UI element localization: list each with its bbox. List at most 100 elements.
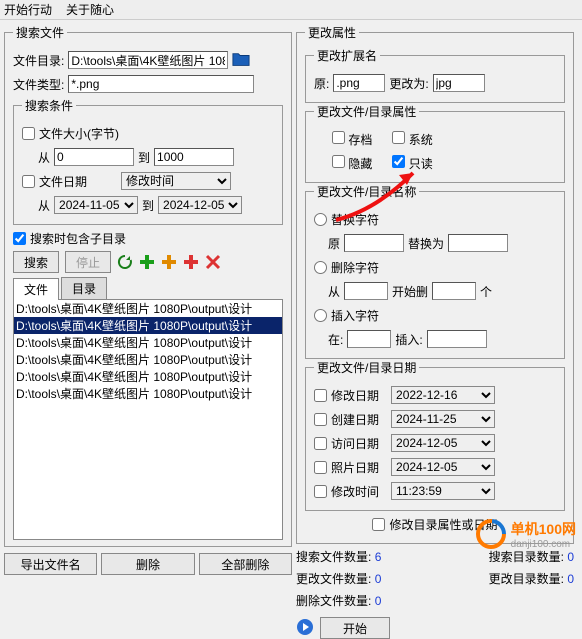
list-item[interactable]: D:\tools\桌面\4K壁纸图片 1080P\output\设计: [14, 300, 282, 317]
ext-legend: 更改扩展名: [314, 47, 380, 64]
fix-dir-cb[interactable]: [372, 518, 385, 531]
archive-label: 存档: [348, 133, 372, 147]
create-date-select[interactable]: 2024-11-25: [391, 410, 495, 428]
stat-dfn-label: 删除文件数量:: [296, 594, 371, 608]
ext-group: 更改扩展名 原: 更改为:: [305, 47, 565, 103]
size-from-input[interactable]: [54, 148, 134, 166]
name-to-label: 替换为: [408, 235, 444, 252]
name-to-input[interactable]: [448, 234, 508, 252]
create-date-label: 创建日期: [331, 411, 379, 428]
play-icon: [296, 618, 314, 639]
stat-cfn-val: 0: [375, 572, 382, 586]
del-start-label: 开始删: [392, 283, 428, 300]
change-group: 更改属性 更改扩展名 原: 更改为: 更改文件/目录属性 存档 系统 隐藏: [296, 24, 574, 544]
delete-button[interactable]: 删除: [101, 553, 194, 575]
delete-all-button[interactable]: 全部删除: [199, 553, 292, 575]
add-orange-icon[interactable]: [161, 254, 177, 270]
stat-sdn-val: 0: [567, 550, 574, 564]
system-checkbox[interactable]: [392, 131, 405, 144]
export-button[interactable]: 导出文件名: [4, 553, 97, 575]
ext-to-input[interactable]: [433, 74, 485, 92]
access-date-cb[interactable]: [314, 437, 327, 450]
replace-radio[interactable]: [314, 213, 327, 226]
del-count-input[interactable]: [432, 282, 476, 300]
list-item[interactable]: D:\tools\桌面\4K壁纸图片 1080P\output\设计: [14, 385, 282, 402]
date-group: 更改文件/目录日期 修改日期2022-12-16 创建日期2024-11-25 …: [305, 359, 565, 511]
del-from-label: 从: [328, 283, 340, 300]
menu-bar: 开始行动 关于随心: [0, 0, 582, 20]
readonly-label: 只读: [409, 157, 433, 171]
size-label: 文件大小(字节): [39, 125, 119, 142]
subdir-checkbox[interactable]: [13, 232, 26, 245]
access-date-select[interactable]: 2024-12-05: [391, 434, 495, 452]
photo-date-select[interactable]: 2024-12-05: [391, 458, 495, 476]
list-item[interactable]: D:\tools\桌面\4K壁纸图片 1080P\output\设计: [14, 317, 282, 334]
size-to-input[interactable]: [154, 148, 234, 166]
stat-sdn-label: 搜索目录数量:: [489, 550, 564, 564]
refresh-icon[interactable]: [117, 254, 133, 270]
watermark-brand: 单机100网: [511, 519, 576, 539]
ins-label: 插入:: [395, 331, 422, 348]
stat-sfn-val: 6: [375, 550, 382, 564]
start-button[interactable]: 开始: [320, 617, 390, 639]
photo-date-cb[interactable]: [314, 461, 327, 474]
menu-about[interactable]: 关于随心: [66, 1, 114, 18]
search-button[interactable]: 搜索: [13, 251, 59, 273]
watermark: 单机100网 danji100.com: [475, 518, 576, 550]
delete-icon[interactable]: [205, 254, 221, 270]
ins-at-label: 在:: [328, 331, 343, 348]
size-to-label: 到: [138, 149, 150, 166]
ext-to-label: 更改为:: [389, 75, 428, 92]
ins-input[interactable]: [427, 330, 487, 348]
folder-icon[interactable]: [232, 51, 250, 69]
stop-button: 停止: [65, 251, 111, 273]
date-to-select[interactable]: 2024-12-05: [158, 196, 242, 214]
readonly-checkbox[interactable]: [392, 155, 405, 168]
list-item[interactable]: D:\tools\桌面\4K壁纸图片 1080P\output\设计: [14, 351, 282, 368]
list-item[interactable]: D:\tools\桌面\4K壁纸图片 1080P\output\设计: [14, 334, 282, 351]
modify-time-cb[interactable]: [314, 485, 327, 498]
hidden-checkbox[interactable]: [332, 155, 345, 168]
attr-group: 更改文件/目录属性 存档 系统 隐藏 只读: [305, 103, 565, 183]
cond-legend: 搜索条件: [22, 97, 76, 114]
date-checkbox[interactable]: [22, 175, 35, 188]
stat-dfn-val: 0: [375, 594, 382, 608]
add-green-icon[interactable]: [139, 254, 155, 270]
modify-date-cb[interactable]: [314, 389, 327, 402]
ext-orig-input[interactable]: [333, 74, 385, 92]
tab-files[interactable]: 文件: [13, 278, 59, 300]
ins-at-input[interactable]: [347, 330, 391, 348]
system-label: 系统: [409, 133, 433, 147]
del-from-input[interactable]: [344, 282, 388, 300]
search-file-legend: 搜索文件: [13, 24, 67, 41]
change-legend: 更改属性: [305, 24, 359, 41]
search-file-group: 搜索文件 文件目录: 文件类型: 搜索条件 文件大小(字节) 从: [4, 24, 292, 547]
type-input[interactable]: [68, 75, 254, 93]
date-legend: 更改文件/目录日期: [314, 359, 419, 376]
date-from-select[interactable]: 2024-11-05: [54, 196, 138, 214]
date-type-select[interactable]: 修改时间: [121, 172, 231, 190]
name-orig-label: 原: [328, 235, 340, 252]
tab-bar: 文件 目录: [13, 277, 283, 300]
dir-input[interactable]: [68, 51, 228, 69]
tab-dirs[interactable]: 目录: [61, 277, 107, 299]
create-date-cb[interactable]: [314, 413, 327, 426]
photo-date-label: 照片日期: [331, 459, 379, 476]
modify-date-select[interactable]: 2022-12-16: [391, 386, 495, 404]
file-list[interactable]: D:\tools\桌面\4K壁纸图片 1080P\output\设计D:\too…: [13, 300, 283, 540]
modify-time-select[interactable]: 11:23:59: [391, 482, 495, 500]
ext-orig-label: 原:: [314, 75, 329, 92]
name-group: 更改文件/目录名称 替换字符 原 替换为 删除字符 从 开始删 个 插入字符: [305, 183, 565, 359]
modify-date-label: 修改日期: [331, 387, 379, 404]
list-item[interactable]: D:\tools\桌面\4K壁纸图片 1080P\output\设计: [14, 368, 282, 385]
menu-start[interactable]: 开始行动: [4, 1, 52, 18]
add-red-icon[interactable]: [183, 254, 199, 270]
insert-radio[interactable]: [314, 309, 327, 322]
archive-checkbox[interactable]: [332, 131, 345, 144]
name-orig-input[interactable]: [344, 234, 404, 252]
stat-cdn-label: 更改目录数量:: [489, 572, 564, 586]
size-checkbox[interactable]: [22, 127, 35, 140]
date-from-label: 从: [38, 197, 50, 214]
search-cond-group: 搜索条件 文件大小(字节) 从 到 文件日期 修改时间 从: [13, 97, 283, 225]
delete-radio[interactable]: [314, 261, 327, 274]
